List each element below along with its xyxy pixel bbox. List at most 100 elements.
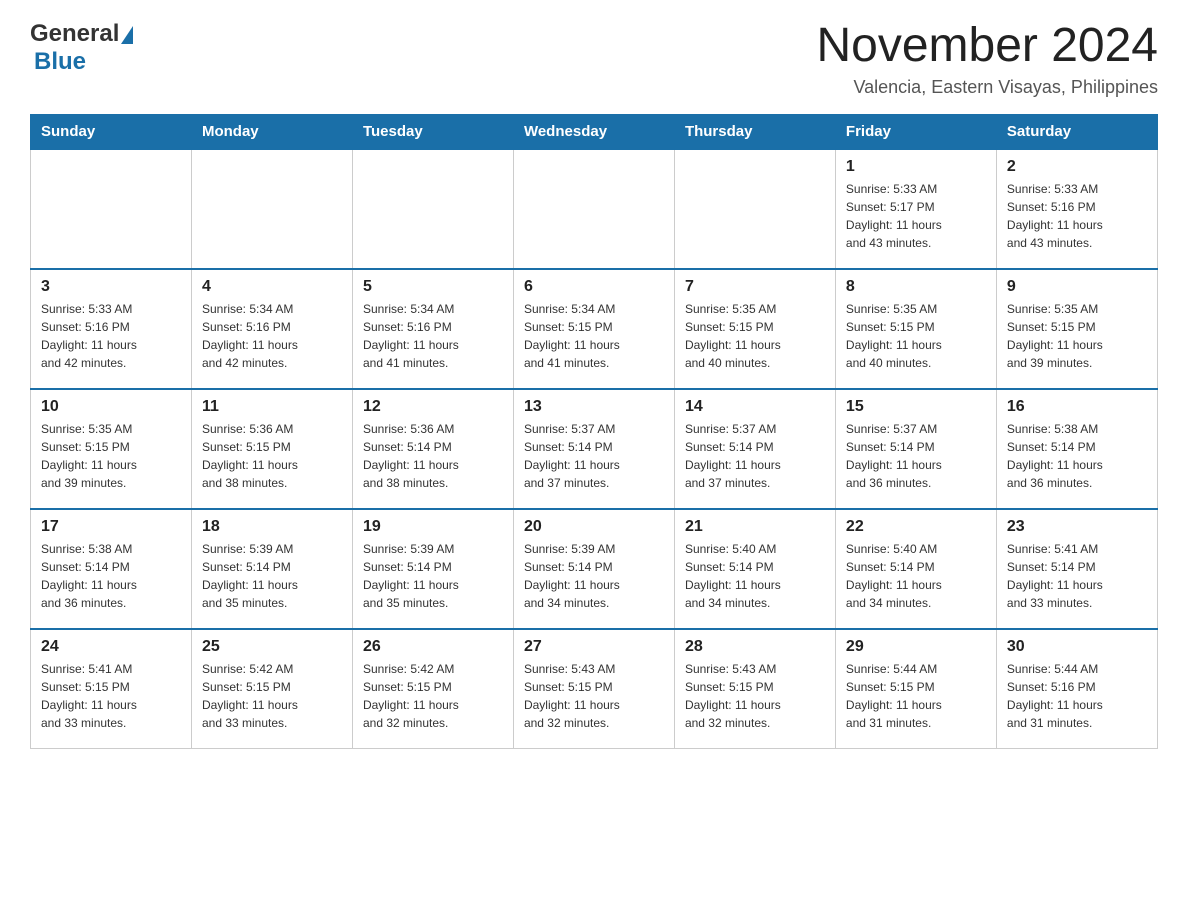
day-info: Sunrise: 5:37 AMSunset: 5:14 PMDaylight:…	[846, 420, 986, 492]
calendar-week-row: 3 Sunrise: 5:33 AMSunset: 5:16 PMDaylight…	[31, 269, 1158, 389]
day-info: Sunrise: 5:44 AMSunset: 5:16 PMDaylight:…	[1007, 660, 1147, 732]
day-info: Sunrise: 5:39 AMSunset: 5:14 PMDaylight:…	[202, 540, 342, 612]
day-number: 24	[41, 638, 181, 656]
table-row: 3 Sunrise: 5:33 AMSunset: 5:16 PMDaylight…	[31, 269, 192, 389]
table-row: 13Sunrise: 5:37 AMSunset: 5:14 PMDayligh…	[513, 389, 674, 509]
day-info: Sunrise: 5:34 AMSunset: 5:15 PMDaylight:…	[524, 300, 664, 372]
day-number: 3	[41, 278, 181, 296]
day-number: 10	[41, 398, 181, 416]
table-row: 23 Sunrise: 5:41 AMSunset: 5:14 PMDayligh…	[996, 509, 1157, 629]
day-number: 29	[846, 638, 986, 656]
day-info: Sunrise: 5:43 AMSunset: 5:15 PMDaylight:…	[524, 660, 664, 732]
table-row: 25 Sunrise: 5:42 AMSunset: 5:15 PMDayligh…	[191, 629, 352, 749]
day-info: Sunrise: 5:35 AMSunset: 5:15 PMDaylight:…	[1007, 300, 1147, 372]
page-header: General Blue November 2024 Valencia, Eas…	[30, 20, 1158, 98]
day-number: 8	[846, 278, 986, 296]
table-row: 17 Sunrise: 5:38 AMSunset: 5:14 PMDayligh…	[31, 509, 192, 629]
day-info: Sunrise: 5:41 AMSunset: 5:14 PMDaylight:…	[1007, 540, 1147, 612]
table-row: 20 Sunrise: 5:39 AMSunset: 5:14 PMDayligh…	[513, 509, 674, 629]
day-info: Sunrise: 5:34 AMSunset: 5:16 PMDaylight:…	[363, 300, 503, 372]
day-number: 19	[363, 518, 503, 536]
table-row: 28 Sunrise: 5:43 AMSunset: 5:15 PMDayligh…	[674, 629, 835, 749]
day-number: 12	[363, 398, 503, 416]
calendar-week-row: 24 Sunrise: 5:41 AMSunset: 5:15 PMDayligh…	[31, 629, 1158, 749]
day-info: Sunrise: 5:37 AMSunset: 5:14 PMDaylight:…	[524, 420, 664, 492]
day-info: Sunrise: 5:35 AMSunset: 5:15 PMDaylight:…	[685, 300, 825, 372]
table-row: 30 Sunrise: 5:44 AMSunset: 5:16 PMDayligh…	[996, 629, 1157, 749]
day-info: Sunrise: 5:33 AMSunset: 5:16 PMDaylight:…	[1007, 180, 1147, 252]
table-row: 4 Sunrise: 5:34 AMSunset: 5:16 PMDaylight…	[191, 269, 352, 389]
day-number: 22	[846, 518, 986, 536]
day-info: Sunrise: 5:37 AMSunset: 5:14 PMDaylight:…	[685, 420, 825, 492]
day-number: 14	[685, 398, 825, 416]
day-info: Sunrise: 5:39 AMSunset: 5:14 PMDaylight:…	[363, 540, 503, 612]
day-number: 26	[363, 638, 503, 656]
logo: General Blue	[30, 20, 133, 76]
day-number: 23	[1007, 518, 1147, 536]
header-thursday: Thursday	[674, 114, 835, 149]
day-info: Sunrise: 5:38 AMSunset: 5:14 PMDaylight:…	[41, 540, 181, 612]
day-info: Sunrise: 5:36 AMSunset: 5:14 PMDaylight:…	[363, 420, 503, 492]
day-info: Sunrise: 5:42 AMSunset: 5:15 PMDaylight:…	[202, 660, 342, 732]
table-row: 24 Sunrise: 5:41 AMSunset: 5:15 PMDayligh…	[31, 629, 192, 749]
day-number: 20	[524, 518, 664, 536]
day-number: 16	[1007, 398, 1147, 416]
day-number: 21	[685, 518, 825, 536]
table-row: 15 Sunrise: 5:37 AMSunset: 5:14 PMDayligh…	[835, 389, 996, 509]
header-sunday: Sunday	[31, 114, 192, 149]
header-monday: Monday	[191, 114, 352, 149]
table-row: 21 Sunrise: 5:40 AMSunset: 5:14 PMDayligh…	[674, 509, 835, 629]
table-row: 6Sunrise: 5:34 AMSunset: 5:15 PMDaylight…	[513, 269, 674, 389]
day-info: Sunrise: 5:33 AMSunset: 5:16 PMDaylight:…	[41, 300, 181, 372]
table-row: 12 Sunrise: 5:36 AMSunset: 5:14 PMDayligh…	[352, 389, 513, 509]
day-info: Sunrise: 5:33 AMSunset: 5:17 PMDaylight:…	[846, 180, 986, 252]
day-number: 15	[846, 398, 986, 416]
day-number: 5	[363, 278, 503, 296]
day-number: 1	[846, 158, 986, 176]
table-row	[674, 149, 835, 269]
table-row	[191, 149, 352, 269]
location-title: Valencia, Eastern Visayas, Philippines	[816, 77, 1158, 98]
table-row	[31, 149, 192, 269]
table-row: 8 Sunrise: 5:35 AMSunset: 5:15 PMDaylight…	[835, 269, 996, 389]
day-info: Sunrise: 5:43 AMSunset: 5:15 PMDaylight:…	[685, 660, 825, 732]
month-title: November 2024	[816, 20, 1158, 73]
table-row: 11 Sunrise: 5:36 AMSunset: 5:15 PMDayligh…	[191, 389, 352, 509]
logo-blue: Blue	[34, 48, 86, 76]
table-row: 10 Sunrise: 5:35 AMSunset: 5:15 PMDayligh…	[31, 389, 192, 509]
table-row: 16 Sunrise: 5:38 AMSunset: 5:14 PMDayligh…	[996, 389, 1157, 509]
day-number: 4	[202, 278, 342, 296]
day-info: Sunrise: 5:35 AMSunset: 5:15 PMDaylight:…	[846, 300, 986, 372]
day-info: Sunrise: 5:40 AMSunset: 5:14 PMDaylight:…	[685, 540, 825, 612]
day-info: Sunrise: 5:38 AMSunset: 5:14 PMDaylight:…	[1007, 420, 1147, 492]
day-info: Sunrise: 5:40 AMSunset: 5:14 PMDaylight:…	[846, 540, 986, 612]
table-row: 29Sunrise: 5:44 AMSunset: 5:15 PMDayligh…	[835, 629, 996, 749]
day-info: Sunrise: 5:42 AMSunset: 5:15 PMDaylight:…	[363, 660, 503, 732]
calendar-week-row: 10 Sunrise: 5:35 AMSunset: 5:15 PMDayligh…	[31, 389, 1158, 509]
calendar-table: Sunday Monday Tuesday Wednesday Thursday…	[30, 114, 1158, 750]
table-row: 26 Sunrise: 5:42 AMSunset: 5:15 PMDayligh…	[352, 629, 513, 749]
table-row: 18 Sunrise: 5:39 AMSunset: 5:14 PMDayligh…	[191, 509, 352, 629]
day-number: 30	[1007, 638, 1147, 656]
day-info: Sunrise: 5:36 AMSunset: 5:15 PMDaylight:…	[202, 420, 342, 492]
table-row: 2 Sunrise: 5:33 AMSunset: 5:16 PMDaylight…	[996, 149, 1157, 269]
header-friday: Friday	[835, 114, 996, 149]
day-number: 7	[685, 278, 825, 296]
day-number: 11	[202, 398, 342, 416]
day-number: 28	[685, 638, 825, 656]
day-number: 17	[41, 518, 181, 536]
header-saturday: Saturday	[996, 114, 1157, 149]
day-info: Sunrise: 5:34 AMSunset: 5:16 PMDaylight:…	[202, 300, 342, 372]
day-info: Sunrise: 5:39 AMSunset: 5:14 PMDaylight:…	[524, 540, 664, 612]
calendar-week-row: 1 Sunrise: 5:33 AMSunset: 5:17 PMDaylight…	[31, 149, 1158, 269]
table-row: 27Sunrise: 5:43 AMSunset: 5:15 PMDayligh…	[513, 629, 674, 749]
day-number: 2	[1007, 158, 1147, 176]
day-number: 25	[202, 638, 342, 656]
table-row: 9Sunrise: 5:35 AMSunset: 5:15 PMDaylight…	[996, 269, 1157, 389]
table-row: 1 Sunrise: 5:33 AMSunset: 5:17 PMDaylight…	[835, 149, 996, 269]
table-row: 22 Sunrise: 5:40 AMSunset: 5:14 PMDayligh…	[835, 509, 996, 629]
day-info: Sunrise: 5:41 AMSunset: 5:15 PMDaylight:…	[41, 660, 181, 732]
table-row: 7 Sunrise: 5:35 AMSunset: 5:15 PMDaylight…	[674, 269, 835, 389]
day-info: Sunrise: 5:35 AMSunset: 5:15 PMDaylight:…	[41, 420, 181, 492]
day-number: 18	[202, 518, 342, 536]
